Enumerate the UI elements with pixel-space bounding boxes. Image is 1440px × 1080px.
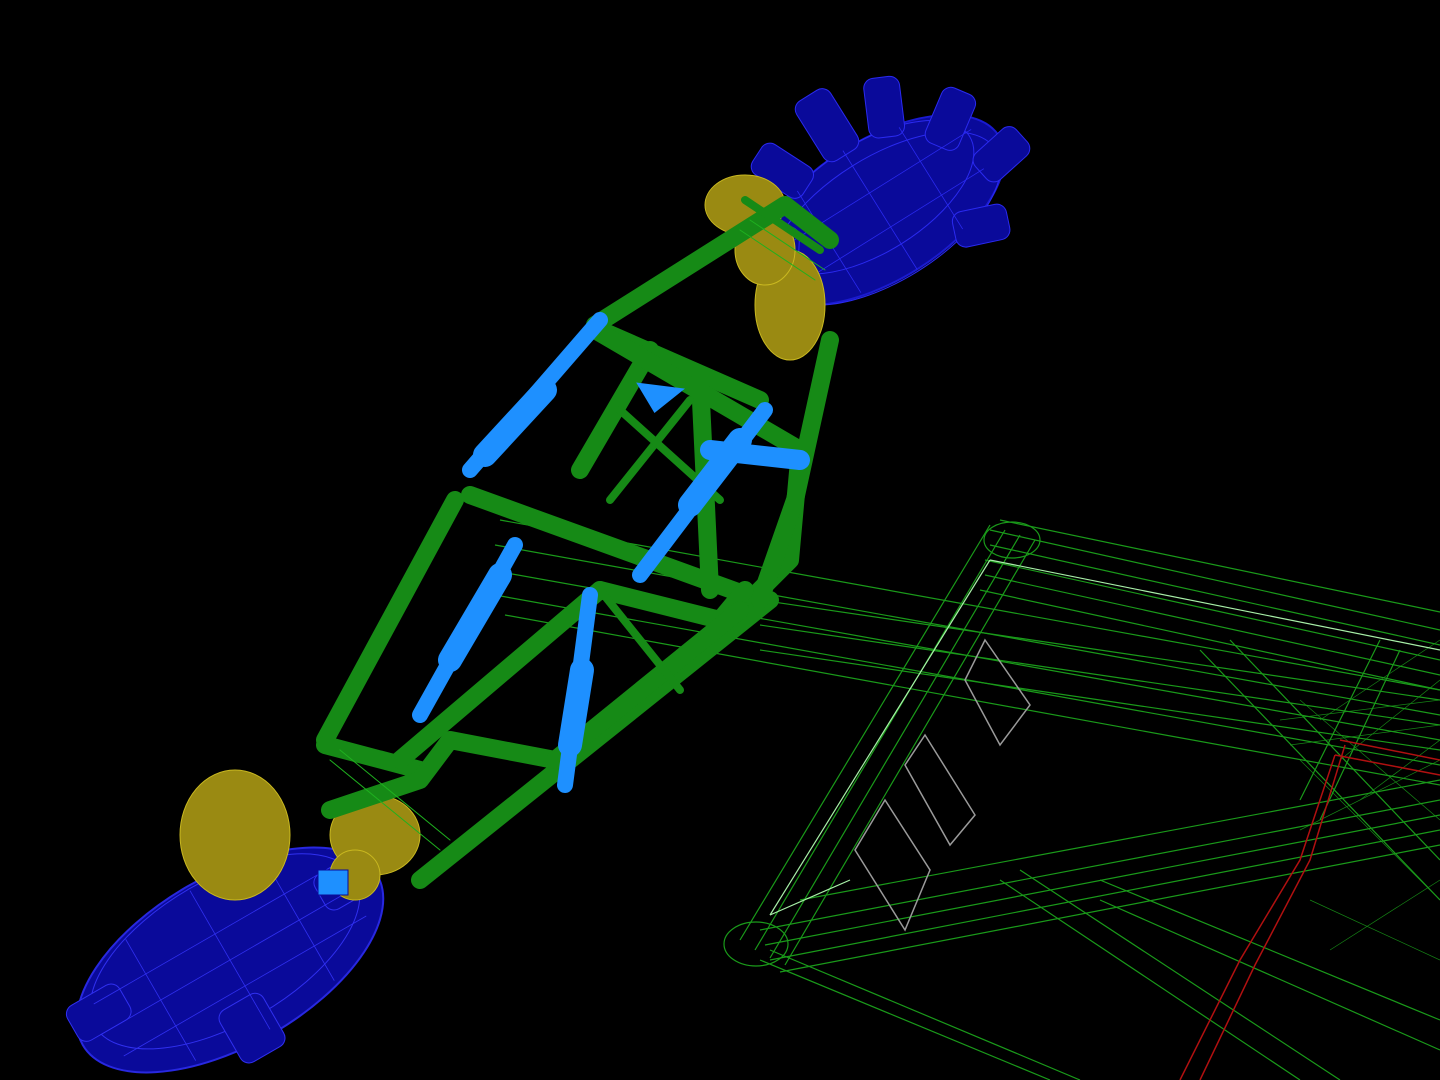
joint-lower-left xyxy=(179,769,291,901)
actuator-5 xyxy=(700,440,810,470)
scene-svg[interactable] xyxy=(0,0,1440,1080)
cad-viewport[interactable] xyxy=(0,0,1440,1080)
actuator-4-rod xyxy=(558,658,594,757)
sensor-block xyxy=(317,869,349,896)
